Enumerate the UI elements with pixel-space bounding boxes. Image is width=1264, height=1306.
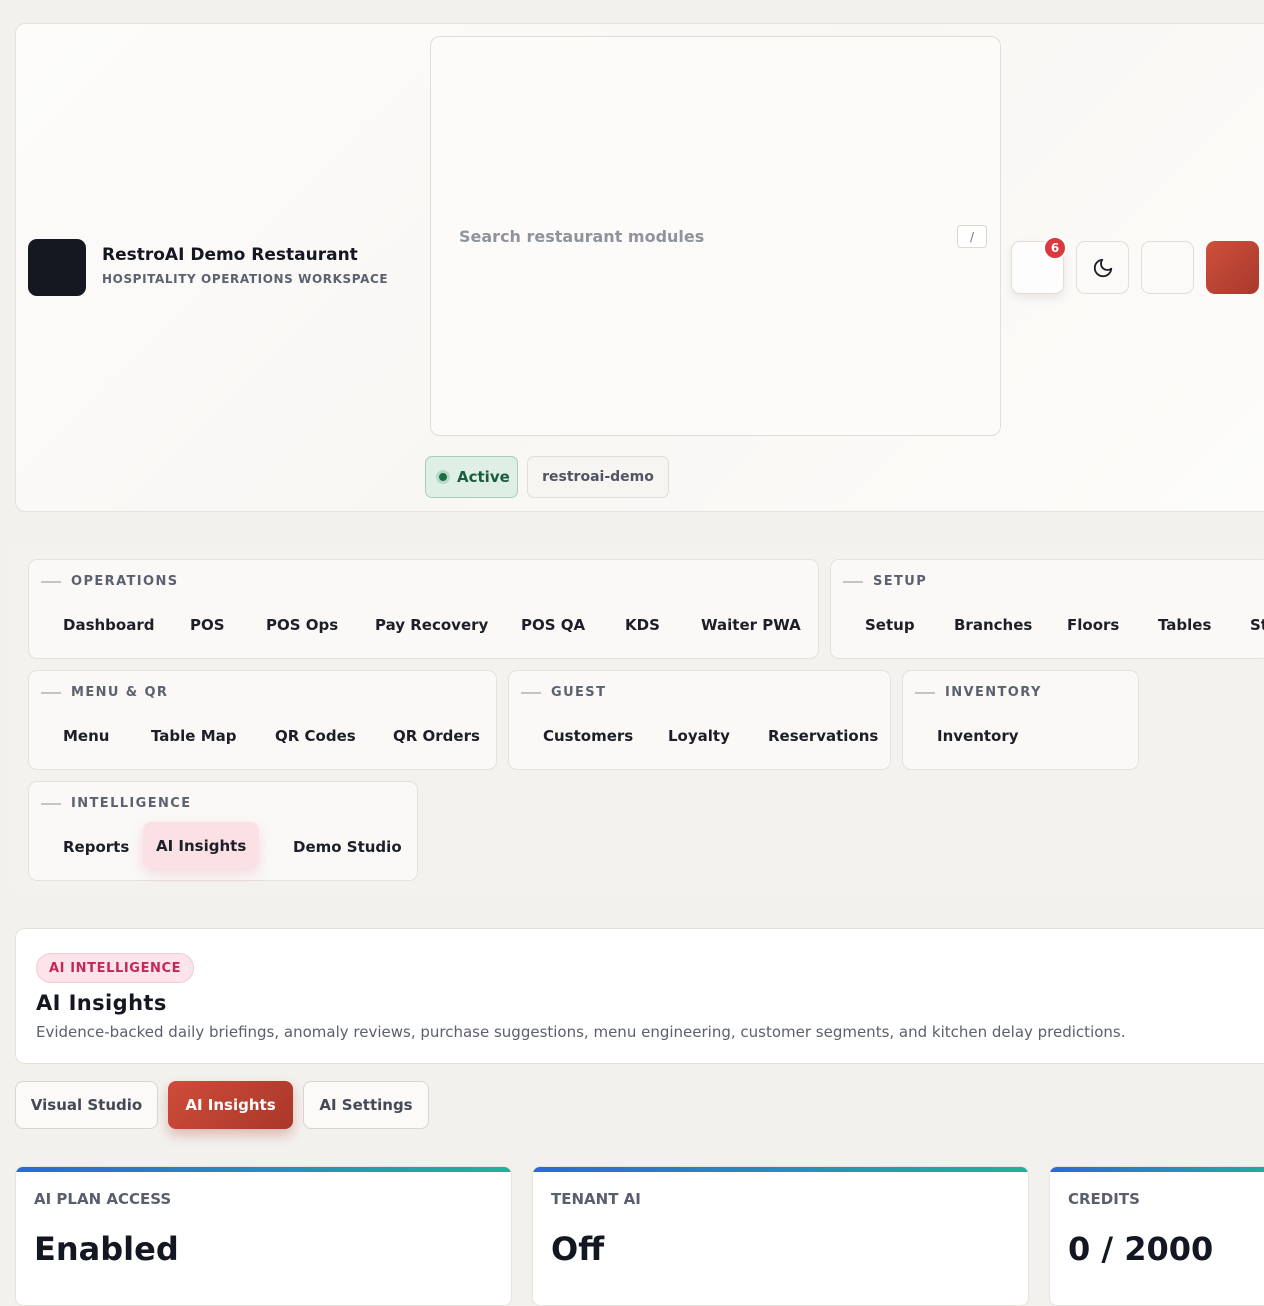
metric-value: Off [551, 1230, 605, 1268]
nav-group-operations: OPERATIONS Dashboard POS POS Ops Pay Rec… [28, 559, 819, 659]
nav-item-branches[interactable]: Branches [954, 616, 1032, 634]
metric-value: 0 / 2000 [1068, 1230, 1214, 1268]
nav-group-title: INVENTORY [915, 685, 1042, 700]
tab-visual-studio[interactable]: Visual Studio [15, 1081, 158, 1129]
nav-group-title: OPERATIONS [41, 574, 179, 589]
nav-item-table-map[interactable]: Table Map [151, 727, 236, 745]
nav-item-customers[interactable]: Customers [543, 727, 633, 745]
moon-icon [1093, 258, 1112, 277]
nav-group-intelligence: INTELLIGENCE Reports AI Insights Demo St… [28, 781, 418, 881]
section-eyebrow-badge: AI INTELLIGENCE [36, 953, 195, 983]
metric-label: TENANT AI [551, 1190, 641, 1208]
nav-group-title: GUEST [521, 685, 606, 700]
notification-count-badge: 6 [1043, 236, 1067, 260]
theme-toggle-button[interactable] [1076, 241, 1129, 294]
metric-label: AI PLAN ACCESS [34, 1190, 172, 1208]
search-shortcut-key: / [957, 225, 987, 248]
metric-accent-bar [533, 1167, 1028, 1172]
metric-card-tenant-ai: TENANT AI Off [532, 1166, 1029, 1306]
nav-group-setup: SETUP Setup Branches Floors Tables St [830, 559, 1264, 659]
brand-logo[interactable] [28, 239, 86, 296]
workspace-subtitle: HOSPITALITY OPERATIONS WORKSPACE [102, 272, 389, 286]
nav-item-demo-studio[interactable]: Demo Studio [293, 838, 402, 856]
metric-card-ai-plan-access: AI PLAN ACCESS Enabled [15, 1166, 512, 1306]
nav-group-title: MENU & QR [41, 685, 168, 700]
nav-group-inventory: INVENTORY Inventory [902, 670, 1139, 770]
tab-ai-insights[interactable]: AI Insights [168, 1081, 293, 1129]
nav-group-title: SETUP [843, 574, 927, 589]
nav-item-kds[interactable]: KDS [625, 616, 660, 634]
tab-ai-settings[interactable]: AI Settings [303, 1081, 429, 1129]
nav-item-qr-orders[interactable]: QR Orders [393, 727, 480, 745]
nav-item-floors[interactable]: Floors [1067, 616, 1119, 634]
nav-item-ai-insights[interactable]: AI Insights [143, 822, 260, 868]
nav-item-waiter-pwa[interactable]: Waiter PWA [701, 616, 801, 634]
status-badge: Active [425, 456, 518, 498]
metric-accent-bar [1050, 1167, 1264, 1172]
nav-item-staff[interactable]: St [1250, 616, 1264, 634]
nav-item-pos-ops[interactable]: POS Ops [266, 616, 338, 634]
nav-group-menu-qr: MENU & QR Menu Table Map QR Codes QR Ord… [28, 670, 497, 770]
metric-value: Enabled [34, 1230, 179, 1268]
nav-item-tables[interactable]: Tables [1158, 616, 1211, 634]
nav-item-menu[interactable]: Menu [63, 727, 109, 745]
metric-label: CREDITS [1068, 1190, 1140, 1208]
status-dot-icon [436, 470, 450, 484]
nav-item-setup[interactable]: Setup [865, 616, 915, 634]
nav-item-reservations[interactable]: Reservations [768, 727, 878, 745]
nav-item-inventory[interactable]: Inventory [937, 727, 1019, 745]
restaurant-name: RestroAI Demo Restaurant [102, 245, 358, 265]
metric-card-credits: CREDITS 0 / 2000 [1049, 1166, 1264, 1306]
tenant-slug-badge: restroai-demo [527, 456, 669, 498]
module-navigation: OPERATIONS Dashboard POS POS Ops Pay Rec… [15, 545, 1264, 893]
nav-item-dashboard[interactable]: Dashboard [63, 616, 154, 634]
nav-item-qr-codes[interactable]: QR Codes [275, 727, 356, 745]
search-placeholder: Search restaurant modules [459, 227, 705, 246]
settings-button[interactable] [1141, 241, 1194, 294]
module-search-input[interactable]: Search restaurant modules / [430, 36, 1001, 436]
nav-item-pos-qa[interactable]: POS QA [521, 616, 585, 634]
metric-accent-bar [16, 1167, 511, 1172]
nav-group-title: INTELLIGENCE [41, 796, 192, 811]
nav-item-pos[interactable]: POS [190, 616, 225, 634]
user-avatar-button[interactable] [1206, 241, 1259, 294]
nav-item-loyalty[interactable]: Loyalty [668, 727, 730, 745]
page-title: AI Insights [36, 991, 167, 1015]
page-header: AI INTELLIGENCE AI Insights Evidence-bac… [15, 928, 1264, 1064]
page-description: Evidence-backed daily briefings, anomaly… [36, 1023, 1126, 1041]
status-label: Active [457, 468, 510, 486]
nav-item-pay-recovery[interactable]: Pay Recovery [375, 616, 488, 634]
nav-item-reports[interactable]: Reports [63, 838, 129, 856]
nav-group-guest: GUEST Customers Loyalty Reservations [508, 670, 891, 770]
